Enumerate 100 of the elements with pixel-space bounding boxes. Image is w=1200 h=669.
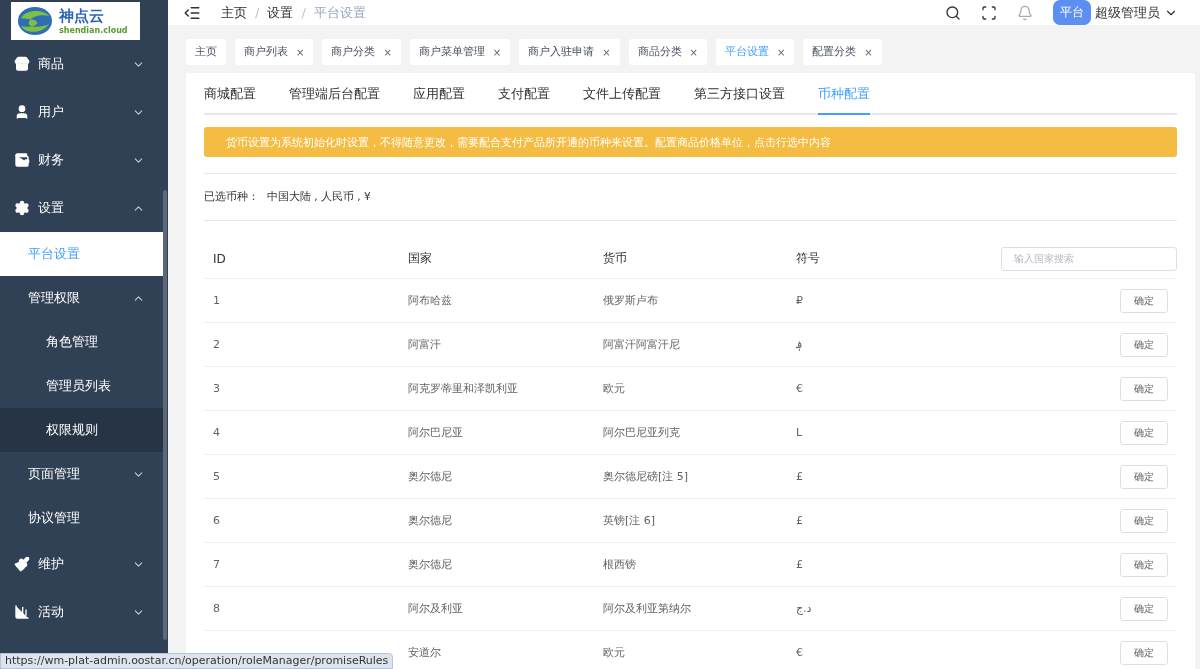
table-cell-text: 奥尔德尼 [408,469,453,484]
sidebar-label: 维护 [38,555,65,573]
close-icon[interactable]: × [602,46,611,58]
table-cell-text: L [796,426,804,439]
close-icon[interactable]: × [492,46,502,58]
logo-name: 神点云 [59,7,105,26]
table-cell-text: £ [796,514,804,527]
settings-tab[interactable]: 管理端后台配置 [289,86,380,115]
sidebar-item[interactable]: 财务 [0,136,163,184]
settings-icon [14,200,30,216]
table-cell-text: 5 [213,470,221,483]
warning-alert: 货币设置为系统初始化时设置，不得随意更改，需要配合支付产品所开通的币种来设置。配置商品价格单位，点击行选中内容 [204,127,1177,157]
breadcrumb-separator: / [255,5,260,20]
brush-icon [14,556,30,572]
sidebar-item[interactable]: 活动 [0,588,163,636]
sidebar-item[interactable]: 协议管理 [0,496,163,540]
breadcrumb-link[interactable]: 主页 [221,3,247,22]
table-cell-text: 奥尔德尼 [408,513,453,528]
page-tab[interactable]: 商户入驻申请 × [519,39,620,65]
table-cell-text: 阿富汗阿富汗尼 [603,337,681,352]
sidebar-item[interactable]: 管理权限 [0,276,163,320]
confirm-button[interactable]: 确定 [1120,508,1168,533]
page-tab[interactable]: 商户列表 × [235,39,314,65]
table-cell-text: ₽ [796,294,804,307]
selected-currency-value: 中国大陆 , 人民币 , ¥ [267,190,371,204]
table-cell-text: 安道尔 [408,645,442,660]
settings-tab[interactable]: 文件上传配置 [583,86,661,115]
page-tab[interactable]: 商户菜单管理 × [409,39,511,65]
table-cell-text: € [796,382,804,395]
close-icon[interactable]: × [864,46,873,58]
selected-currency-label: 已选币种： [204,190,259,204]
page-tab[interactable]: 商品分类 × [628,39,707,65]
table-cell-text: 阿尔及利亚第纳尔 [603,601,692,616]
tab-label: 商户菜单管理 [418,45,485,59]
table-cell-text: € [796,646,804,659]
sidebar-item[interactable]: 管理员列表 [0,364,163,408]
table-cell-text: 6 [213,514,221,527]
settings-tab[interactable]: 第三方接口设置 [694,86,785,115]
table-cell-text: 阿尔巴尼亚 [408,425,464,440]
column-header: 国家 [408,250,433,267]
tab-label: 商户分类 [331,45,376,59]
settings-tab[interactable]: 支付配置 [498,86,550,115]
close-icon[interactable]: × [383,46,392,58]
column-header: 货币 [603,250,628,267]
table-cell-text: 2 [213,338,221,351]
sidebar-item[interactable]: 商品 [0,40,163,88]
sidebar-label: 活动 [38,603,65,621]
table-cell-text: 阿富汗 [408,337,442,352]
confirm-button[interactable]: 确定 [1120,376,1168,401]
sidebar-label: 商品 [38,55,65,73]
logo-swirl-icon [17,6,53,36]
confirm-button[interactable]: 确定 [1120,332,1168,357]
breadcrumb-separator: / [301,5,306,20]
page-tab[interactable]: 配置分类 × [803,39,882,65]
table-cell-text: £ [796,470,804,483]
sidebar-label: 用户 [38,103,65,121]
table-cell-text: 1 [213,294,221,307]
sidebar-item[interactable]: 用户 [0,88,163,136]
table-cell-text: 8 [213,602,221,615]
confirm-button[interactable]: 确定 [1120,288,1168,313]
sidebar-item[interactable]: 维护 [0,540,163,588]
confirm-button[interactable]: 确定 [1120,640,1168,665]
confirm-button[interactable]: 确定 [1120,596,1168,621]
close-icon[interactable]: × [776,46,786,58]
page-tab[interactable]: 平台设置 × [715,39,795,65]
confirm-button[interactable]: 确定 [1120,420,1168,445]
search-icon[interactable] [945,4,961,21]
page-tab[interactable]: 商户分类 × [322,39,401,65]
sidebar-label: 财务 [38,151,65,169]
tab-label: 商品分类 [637,45,682,59]
search-field[interactable]: 输入国家搜索 [1001,246,1177,271]
confirm-button[interactable]: 确定 [1120,552,1168,577]
sidebar-label: 协议管理 [28,509,81,527]
close-icon[interactable]: × [296,46,305,58]
fullscreen-icon[interactable] [981,4,997,21]
settings-tab[interactable]: 商城配置 [204,86,256,115]
confirm-button[interactable]: 确定 [1120,464,1168,489]
table-cell-text: 7 [213,558,221,571]
close-icon[interactable]: × [689,46,698,58]
store-icon [14,56,30,72]
sidebar-item[interactable]: 设置 [0,184,163,232]
breadcrumb-link[interactable]: 设置 [267,3,294,22]
tab-label: 主页 [195,45,217,59]
tab-label: 配置分类 [812,45,857,59]
table-cell-text: 3 [213,382,221,395]
table-cell-text: 阿克罗蒂里和泽凯利亚 [408,381,519,396]
sidebar-label: 平台设置 [28,245,81,263]
sidebar-item[interactable]: 页面管理 [0,452,163,496]
page-tab[interactable]: 主页 [186,39,226,65]
settings-tab[interactable]: 应用配置 [413,86,465,115]
role-badge: 平台 [1053,0,1091,25]
table-cell-text: 奥尔德尼 [408,557,453,572]
tab-label: 商户列表 [244,45,288,59]
table-cell-text: 阿尔巴尼亚列克 [603,425,681,440]
user-menu[interactable]: 超级管理员 [1095,3,1160,22]
sidebar-label: 权限规则 [46,421,99,439]
sidebar-item[interactable]: 角色管理 [0,320,163,364]
scrollbar[interactable] [163,190,167,640]
sidebar-item[interactable]: 权限规则 [0,408,163,452]
table-cell-text: ؋ [796,338,803,351]
